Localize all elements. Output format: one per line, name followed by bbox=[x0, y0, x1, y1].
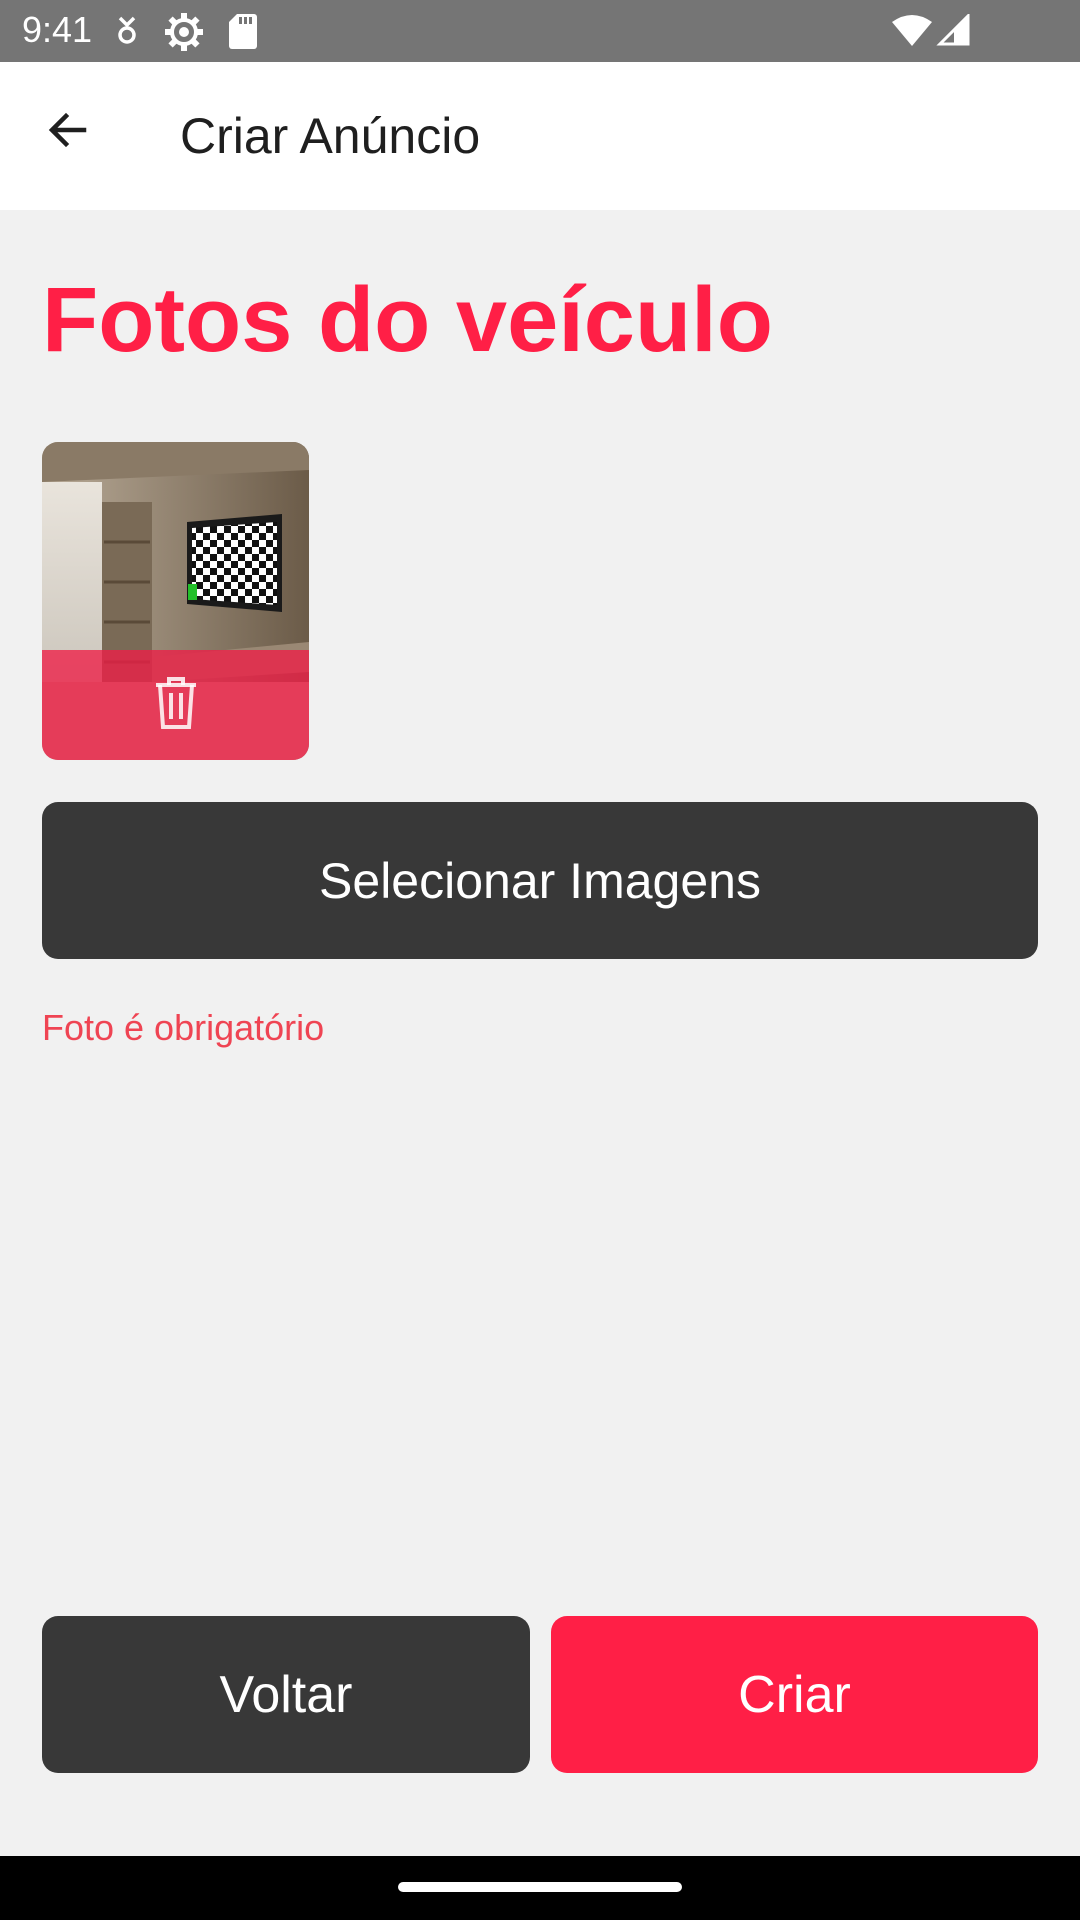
back-button[interactable] bbox=[28, 92, 108, 172]
arrow-back-icon bbox=[44, 106, 92, 159]
back-step-button[interactable]: Voltar bbox=[42, 1616, 530, 1773]
status-time: 9:41 bbox=[22, 9, 93, 50]
status-bar: 9:41 bbox=[0, 0, 1080, 62]
create-button[interactable]: Criar bbox=[551, 1616, 1038, 1773]
wifi-icon bbox=[892, 14, 932, 51]
notification-icon bbox=[112, 12, 142, 53]
photo-thumbnail bbox=[42, 442, 309, 760]
section-title: Fotos do veículo bbox=[42, 269, 773, 371]
home-gesture-handle[interactable] bbox=[398, 1882, 682, 1892]
sd-card-icon bbox=[228, 12, 258, 55]
signal-icon bbox=[936, 12, 970, 51]
photo-required-error: Foto é obrigatório bbox=[42, 1007, 325, 1048]
settings-gear-icon bbox=[164, 12, 204, 57]
delete-photo-button[interactable] bbox=[42, 650, 309, 760]
navigation-bar bbox=[0, 1856, 1080, 1920]
page-title: Criar Anúncio bbox=[180, 108, 481, 164]
select-images-button[interactable]: Selecionar Imagens bbox=[42, 802, 1038, 959]
app-bar: Criar Anúncio bbox=[0, 62, 1080, 210]
trash-icon bbox=[152, 675, 200, 736]
